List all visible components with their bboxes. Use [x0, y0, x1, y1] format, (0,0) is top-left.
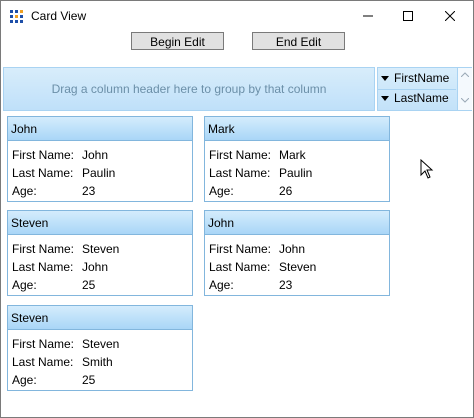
field-value[interactable]: 25 — [82, 371, 95, 389]
card-view-window: Card View Begin Edit End Edit Drag a col… — [0, 0, 474, 418]
sort-item-lastname[interactable]: LastName — [378, 89, 456, 108]
card[interactable]: Steven First Name: Steven Last Name: Smi… — [7, 305, 193, 391]
field-label: Age: — [209, 278, 234, 292]
field-value[interactable]: John — [82, 146, 108, 164]
sort-descending-icon — [381, 76, 389, 81]
chevron-up-icon[interactable] — [461, 72, 469, 77]
field-label: Last Name: — [12, 260, 74, 274]
field-label: First Name: — [209, 242, 272, 256]
card-header[interactable]: Steven — [8, 306, 192, 330]
field-label: Age: — [12, 373, 37, 387]
grid-app-icon — [10, 10, 23, 23]
field-label: First Name: — [12, 337, 75, 351]
field-label: Age: — [12, 278, 37, 292]
field-label: Last Name: — [12, 355, 74, 369]
card-header[interactable]: John — [205, 211, 389, 235]
field-label: Last Name: — [12, 166, 74, 180]
window-title: Card View — [31, 9, 87, 23]
begin-edit-button[interactable]: Begin Edit — [131, 32, 224, 50]
field-value[interactable]: John — [82, 258, 108, 276]
group-by-hint: Drag a column header here to group by th… — [51, 82, 327, 96]
field-label: First Name: — [12, 242, 75, 256]
group-by-panel[interactable]: Drag a column header here to group by th… — [3, 67, 375, 111]
close-icon — [445, 11, 455, 21]
field-value[interactable]: Steven — [82, 240, 119, 258]
end-edit-button[interactable]: End Edit — [252, 32, 345, 50]
card-header[interactable]: Mark — [205, 117, 389, 141]
field-value[interactable]: 25 — [82, 276, 95, 294]
sort-item-firstname[interactable]: FirstName — [378, 69, 456, 88]
card-header[interactable]: Steven — [8, 211, 192, 235]
field-label: Last Name: — [209, 166, 271, 180]
field-label: First Name: — [12, 148, 75, 162]
sort-panel-scrollbar[interactable] — [457, 68, 472, 110]
title-bar[interactable]: Card View — [1, 1, 473, 31]
field-value[interactable]: 23 — [279, 276, 292, 294]
field-value[interactable]: Smith — [82, 353, 113, 371]
field-value[interactable]: Steven — [82, 335, 119, 353]
field-label: Age: — [209, 184, 234, 198]
sort-panel: FirstName LastName — [377, 67, 472, 111]
sort-item-label: FirstName — [394, 71, 450, 85]
field-label: Age: — [12, 184, 37, 198]
card-header[interactable]: John — [8, 117, 192, 141]
card[interactable]: Steven First Name: Steven Last Name: Joh… — [7, 210, 193, 296]
sort-item-label: LastName — [394, 91, 449, 105]
field-value[interactable]: Mark — [279, 146, 306, 164]
minimize-icon — [363, 15, 373, 17]
maximize-button[interactable] — [385, 1, 431, 31]
field-label: Last Name: — [209, 260, 271, 274]
field-value[interactable]: 26 — [279, 182, 292, 200]
chevron-down-icon[interactable] — [461, 98, 469, 103]
field-value[interactable]: 23 — [82, 182, 95, 200]
card[interactable]: John First Name: John Last Name: Steven … — [204, 210, 390, 296]
card[interactable]: Mark First Name: Mark Last Name: Paulin … — [204, 116, 390, 202]
close-button[interactable] — [427, 1, 473, 31]
sort-descending-icon — [381, 96, 389, 101]
field-value[interactable]: John — [279, 240, 305, 258]
field-label: First Name: — [209, 148, 272, 162]
mouse-pointer-icon — [420, 159, 434, 179]
card[interactable]: John First Name: John Last Name: Paulin … — [7, 116, 193, 202]
maximize-icon — [403, 11, 413, 21]
field-value[interactable]: Steven — [279, 258, 316, 276]
field-value[interactable]: Paulin — [279, 164, 312, 182]
field-value[interactable]: Paulin — [82, 164, 115, 182]
